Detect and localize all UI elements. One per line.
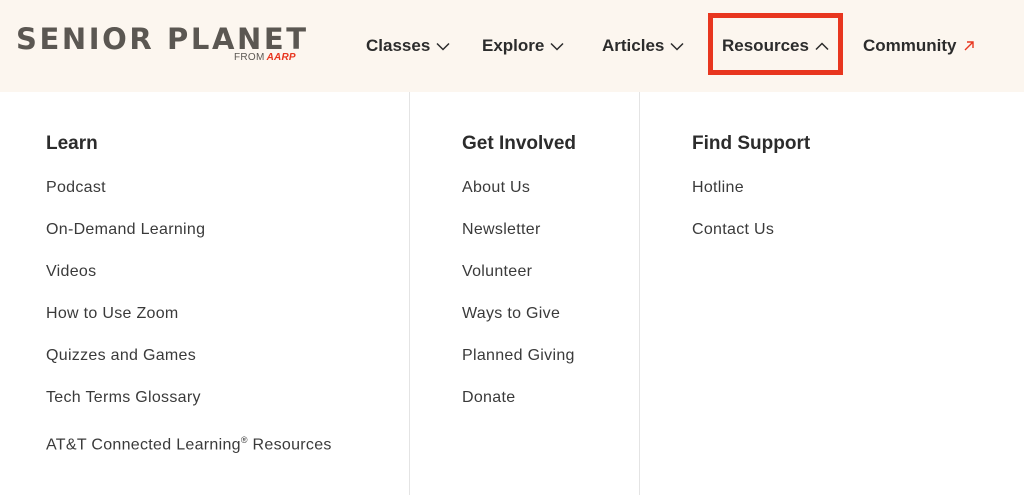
nav-articles-label: Articles: [602, 36, 665, 55]
link-on-demand-learning[interactable]: On-Demand Learning: [46, 221, 332, 239]
nav-classes-label: Classes: [366, 36, 431, 55]
link-hotline[interactable]: Hotline: [692, 179, 810, 197]
att-link-text: AT&T Connected Learning: [46, 436, 241, 454]
get-involved-column: Get Involved About Us Newsletter Volunte…: [462, 134, 576, 431]
learn-column: Learn Podcast On-Demand Learning Videos …: [46, 134, 332, 473]
logo-wordmark: SENIOR PLANET: [16, 22, 309, 56]
column-divider: [639, 92, 640, 495]
find-support-heading: Find Support: [692, 133, 811, 154]
learn-heading: Learn: [46, 133, 98, 154]
site-header: SENIOR PLANET FROM AARP Classes Explore A…: [0, 0, 1024, 92]
get-involved-heading: Get Involved: [462, 133, 577, 154]
link-videos[interactable]: Videos: [46, 263, 332, 281]
logo-from-text: FROM: [234, 52, 265, 63]
nav-articles[interactable]: Articles: [602, 0, 684, 92]
resources-dropdown-menu: Learn Podcast On-Demand Learning Videos …: [0, 92, 1024, 495]
nav-community[interactable]: Community: [863, 0, 975, 92]
nav-explore[interactable]: Explore: [482, 0, 564, 92]
aarp-logo: AARP: [266, 52, 296, 63]
link-donate[interactable]: Donate: [462, 389, 576, 407]
external-arrow-icon: [964, 41, 974, 51]
att-link-suffix: Resources: [247, 436, 332, 454]
link-newsletter[interactable]: Newsletter: [462, 221, 576, 239]
link-contact-us[interactable]: Contact Us: [692, 221, 810, 239]
chevron-down-icon: [436, 42, 450, 51]
link-att-connected-learning[interactable]: AT&T Connected Learning® Resources: [46, 431, 332, 453]
link-about-us[interactable]: About Us: [462, 179, 576, 197]
nav-explore-label: Explore: [482, 36, 545, 55]
chevron-down-icon: [550, 42, 564, 51]
nav-classes[interactable]: Classes: [366, 0, 450, 92]
chevron-down-icon: [670, 42, 684, 51]
link-volunteer[interactable]: Volunteer: [462, 263, 576, 281]
find-support-column: Find Support Hotline Contact Us: [692, 134, 810, 263]
link-tech-terms-glossary[interactable]: Tech Terms Glossary: [46, 389, 332, 407]
link-ways-to-give[interactable]: Ways to Give: [462, 305, 576, 323]
link-podcast[interactable]: Podcast: [46, 179, 332, 197]
link-how-to-use-zoom[interactable]: How to Use Zoom: [46, 305, 332, 323]
resources-highlight-box: [708, 13, 843, 75]
link-quizzes-and-games[interactable]: Quizzes and Games: [46, 347, 332, 365]
nav-community-label: Community: [863, 36, 957, 55]
registered-mark: ®: [240, 435, 248, 445]
senior-planet-logo[interactable]: SENIOR PLANET FROM AARP: [16, 22, 316, 66]
column-divider: [409, 92, 410, 495]
link-planned-giving[interactable]: Planned Giving: [462, 347, 576, 365]
logo-tagline: FROM AARP: [234, 52, 296, 64]
